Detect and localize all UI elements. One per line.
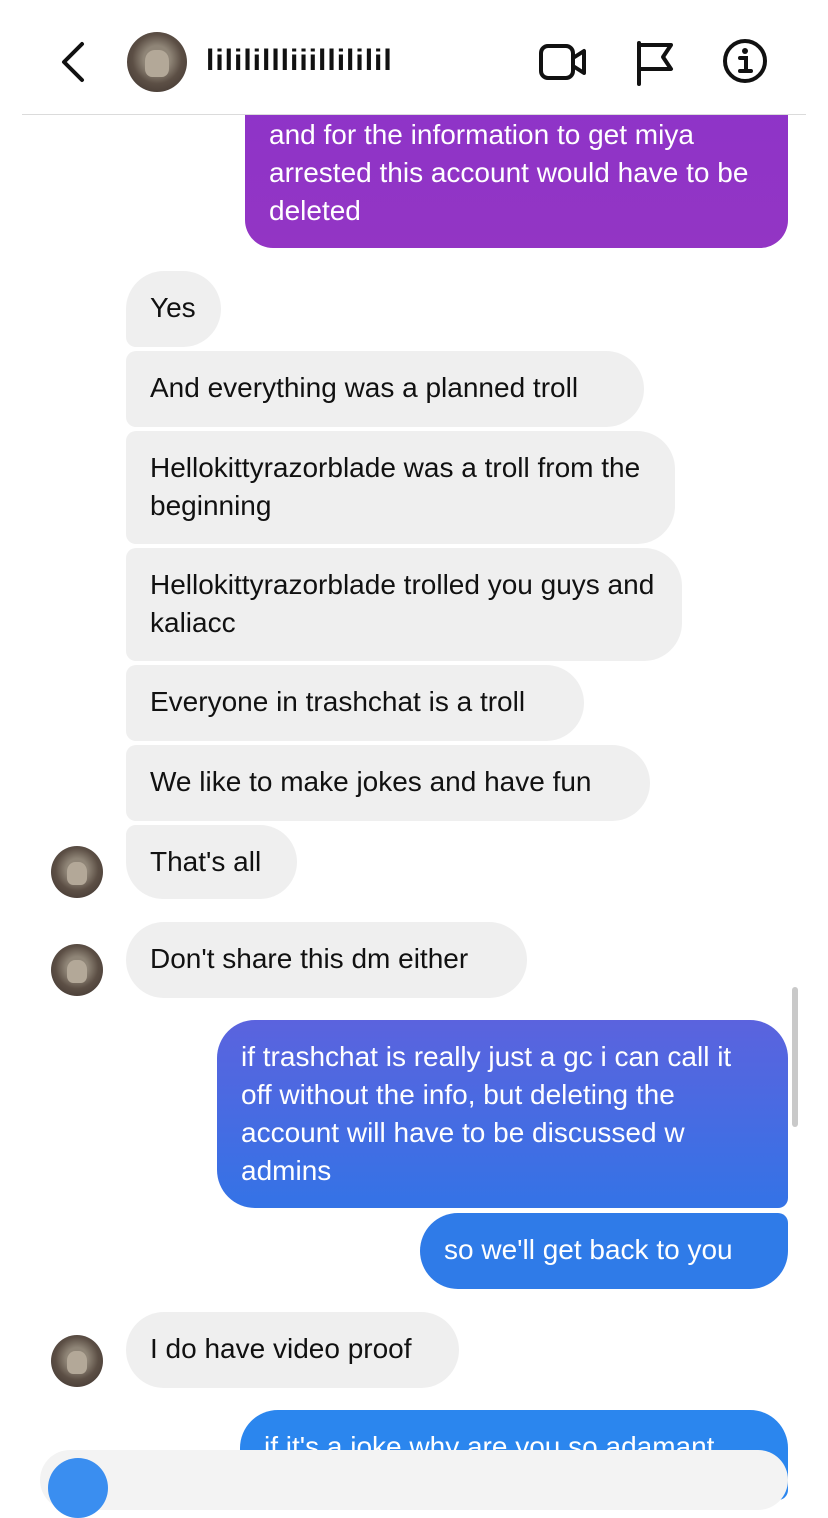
message-bubble-incoming[interactable]: Don't share this dm either — [126, 922, 527, 998]
video-call-icon[interactable] — [538, 40, 588, 84]
message-bubble-outgoing[interactable]: and for the information to get miya arre… — [245, 100, 788, 248]
message-bubble-incoming[interactable]: That's all — [126, 825, 297, 899]
message-bubble-outgoing[interactable]: if trashchat is really just a gc i can c… — [217, 1020, 788, 1208]
message-bubble-incoming[interactable]: We like to make jokes and have fun — [126, 745, 650, 821]
sender-avatar[interactable] — [51, 944, 103, 996]
sender-avatar[interactable] — [51, 1335, 103, 1387]
message-bubble-incoming[interactable]: Hellokittyrazorblade trolled you guys an… — [126, 548, 682, 661]
chat-username[interactable]: lililillliiillililil — [206, 44, 393, 78]
message-bubble-incoming[interactable]: Hellokittyrazorblade was a troll from th… — [126, 431, 675, 544]
scrollbar[interactable] — [792, 987, 798, 1127]
message-thread[interactable]: and for the information to get miya arre… — [0, 0, 828, 1500]
message-bubble-incoming[interactable]: Everyone in trashchat is a troll — [126, 665, 584, 741]
chevron-left-icon[interactable] — [58, 40, 88, 84]
header-divider — [22, 114, 806, 115]
camera-icon[interactable] — [48, 1458, 108, 1518]
sender-avatar[interactable] — [51, 846, 103, 898]
avatar[interactable] — [127, 32, 187, 92]
flag-icon[interactable] — [634, 40, 676, 86]
message-bubble-incoming[interactable]: And everything was a planned troll — [126, 351, 644, 427]
message-bubble-incoming[interactable]: I do have video proof — [126, 1312, 459, 1388]
message-composer[interactable] — [40, 1450, 788, 1518]
message-bubble-incoming[interactable]: Yes — [126, 271, 221, 347]
message-bubble-outgoing[interactable]: so we'll get back to you — [420, 1213, 788, 1289]
info-icon[interactable] — [722, 38, 768, 84]
chat-header: lililillliiillililil — [0, 0, 828, 115]
